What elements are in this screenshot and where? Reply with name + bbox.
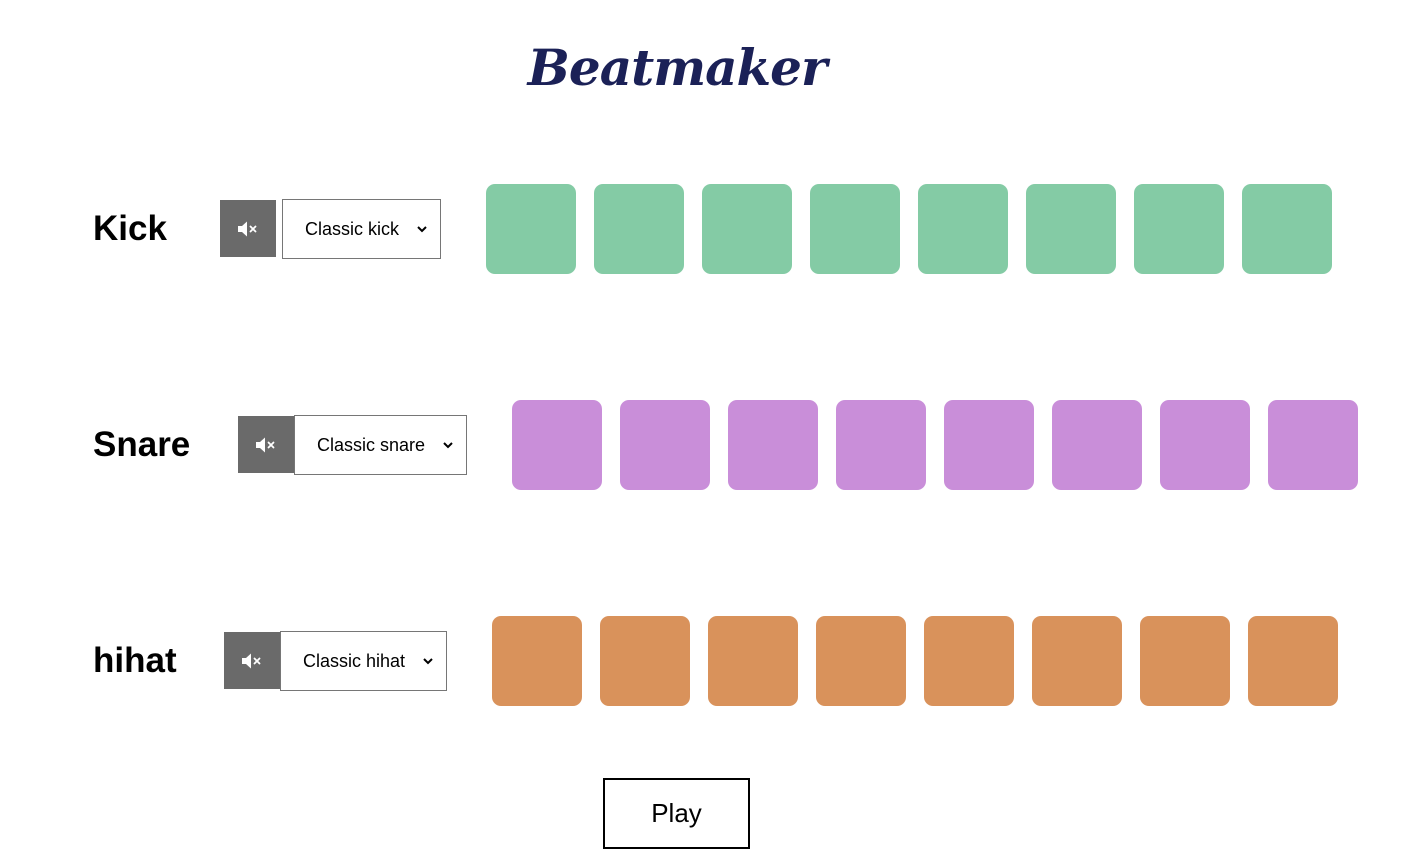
beat-pad[interactable] (944, 400, 1034, 490)
track-name: Snare (93, 425, 191, 464)
volume-mute-icon (238, 221, 257, 236)
pad-row (492, 616, 1338, 706)
play-button[interactable]: Play (603, 778, 750, 849)
beat-pad[interactable] (924, 616, 1014, 706)
beat-pad[interactable] (816, 616, 906, 706)
beat-pad[interactable] (728, 400, 818, 490)
chevron-down-icon (417, 226, 427, 233)
sound-select-value: Classic kick (305, 218, 400, 239)
mute-button[interactable] (238, 416, 294, 473)
chevron-down-icon (443, 442, 453, 449)
track-name: Kick (93, 209, 167, 248)
beat-pad[interactable] (918, 184, 1008, 274)
beat-pad[interactable] (1026, 184, 1116, 274)
beat-pad[interactable] (810, 184, 900, 274)
beat-pad[interactable] (492, 616, 582, 706)
track-hihat: hihat Classic hihat (0, 616, 1422, 706)
beat-pad[interactable] (708, 616, 798, 706)
beat-pad[interactable] (1032, 616, 1122, 706)
app-title: Beatmaker (527, 37, 828, 97)
track-name: hihat (93, 641, 177, 680)
beat-pad[interactable] (1242, 184, 1332, 274)
sound-select[interactable]: Classic kick (282, 199, 441, 259)
beat-pad[interactable] (620, 400, 710, 490)
track-kick: Kick Classic kick (0, 184, 1422, 274)
beat-pad[interactable] (1268, 400, 1358, 490)
track-snare: Snare Classic snare (0, 400, 1422, 490)
pad-row (486, 184, 1332, 274)
beat-pad[interactable] (512, 400, 602, 490)
beat-pad[interactable] (836, 400, 926, 490)
volume-mute-icon (256, 437, 275, 452)
mute-button[interactable] (224, 632, 280, 689)
sound-select[interactable]: Classic snare (294, 415, 467, 475)
beat-pad[interactable] (1248, 616, 1338, 706)
beat-pad[interactable] (486, 184, 576, 274)
mute-button[interactable] (220, 200, 276, 257)
beat-pad[interactable] (600, 616, 690, 706)
sound-select[interactable]: Classic hihat (280, 631, 447, 691)
volume-mute-icon (242, 653, 261, 668)
beat-pad[interactable] (1134, 184, 1224, 274)
pad-row (512, 400, 1358, 490)
chevron-down-icon (423, 658, 433, 665)
beat-pad[interactable] (1140, 616, 1230, 706)
beat-pad[interactable] (1052, 400, 1142, 490)
beat-pad[interactable] (1160, 400, 1250, 490)
beat-pad[interactable] (594, 184, 684, 274)
sound-select-value: Classic snare (317, 434, 426, 455)
sound-select-value: Classic hihat (303, 650, 406, 671)
beat-pad[interactable] (702, 184, 792, 274)
